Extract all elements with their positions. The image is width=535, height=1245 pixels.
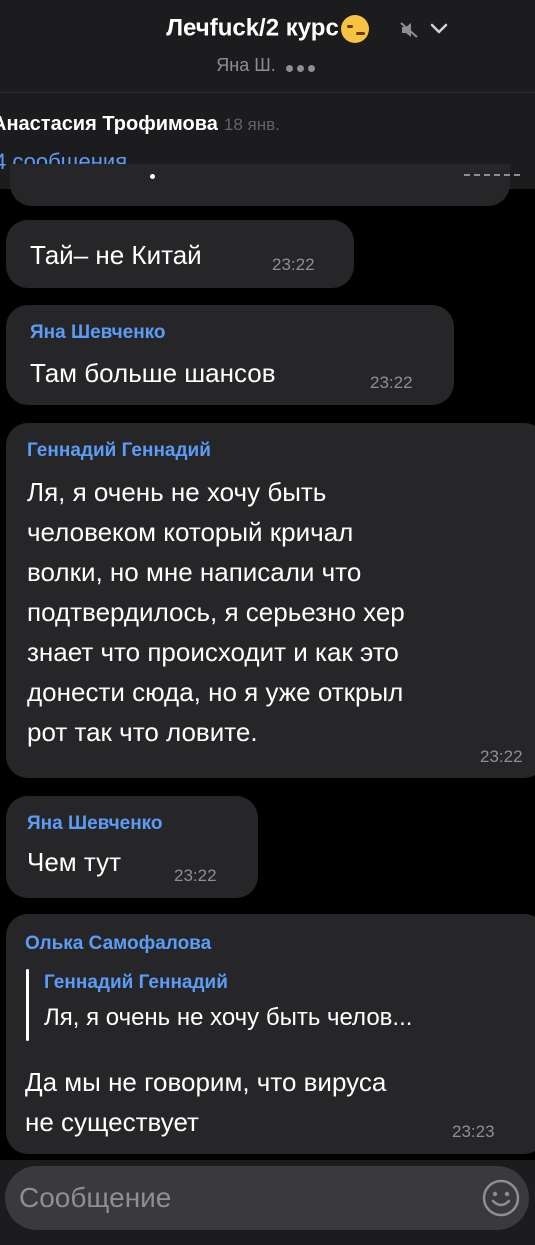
chat-title-text: Лечfuck/2 курс: [166, 14, 339, 42]
message-line: рот так что ловите.: [27, 717, 258, 747]
message-line: подтвердилось, я серьезно хер: [27, 597, 405, 627]
chat-title[interactable]: Лечfuck/2 курс: [0, 14, 535, 43]
message-text: Тай– не Китай: [30, 240, 202, 270]
message-bubble-partial[interactable]: [10, 164, 520, 206]
message-text: Да мы не говорим, что вируса не существу…: [25, 1062, 386, 1142]
message-text: Чем тут: [27, 847, 121, 877]
message-text: Ля, я очень не хочу быть человеком котор…: [27, 472, 405, 752]
message-time: 23:23: [452, 1122, 495, 1141]
message-line: Да мы не говорим, что вируса: [25, 1067, 387, 1097]
message-time: 23:22: [480, 747, 523, 766]
message-line: донести сюда, но я уже открыл: [27, 677, 404, 707]
message-line: волки, но мне написали что: [27, 557, 362, 587]
message-text: Там больше шансов: [30, 358, 276, 388]
message-sender[interactable]: Яна Шевченко: [27, 813, 163, 835]
message-sender[interactable]: Геннадий Геннадий: [27, 440, 211, 462]
typing-user: Яна Ш.: [216, 55, 276, 75]
smirking-face-icon: [340, 14, 369, 43]
message-sender[interactable]: Олька Самофалова: [25, 933, 211, 955]
message-time: 23:22: [174, 866, 217, 885]
pinned-author: Анастасия Трофимова 18 янв.: [0, 113, 280, 136]
message-sender[interactable]: Яна Шевченко: [30, 322, 166, 344]
message-time: 23:22: [272, 255, 315, 274]
typing-indicator: [285, 56, 319, 77]
message-composer: [0, 1160, 535, 1245]
chat-subtitle: Яна Ш.: [0, 55, 535, 77]
smile-icon[interactable]: [481, 1178, 521, 1218]
pinned-author-name: Анастасия Трофимова: [0, 113, 218, 135]
chevron-down-icon[interactable]: [430, 22, 448, 36]
partial-text-fragment: [150, 174, 155, 179]
reply-text[interactable]: Ля, я очень не хочу быть челов...: [44, 1004, 412, 1032]
message-line: Ля, я очень не хочу быть: [27, 477, 327, 507]
message-line: человеком который кричал: [27, 517, 354, 547]
message-time: 23:22: [370, 373, 413, 392]
partial-timestamp-fragment: [464, 168, 520, 176]
message-line: знает что происходит и как это: [27, 637, 399, 667]
reply-sender[interactable]: Геннадий Геннадий: [44, 972, 228, 994]
pinned-date: 18 янв.: [223, 115, 280, 134]
message-input[interactable]: [5, 1166, 529, 1230]
reply-quote-bar: [26, 969, 29, 1041]
message-line: не существует: [25, 1107, 199, 1137]
chat-header[interactable]: Лечfuck/2 курс Яна Ш.: [0, 0, 535, 92]
muted-speaker-icon: [400, 22, 418, 38]
